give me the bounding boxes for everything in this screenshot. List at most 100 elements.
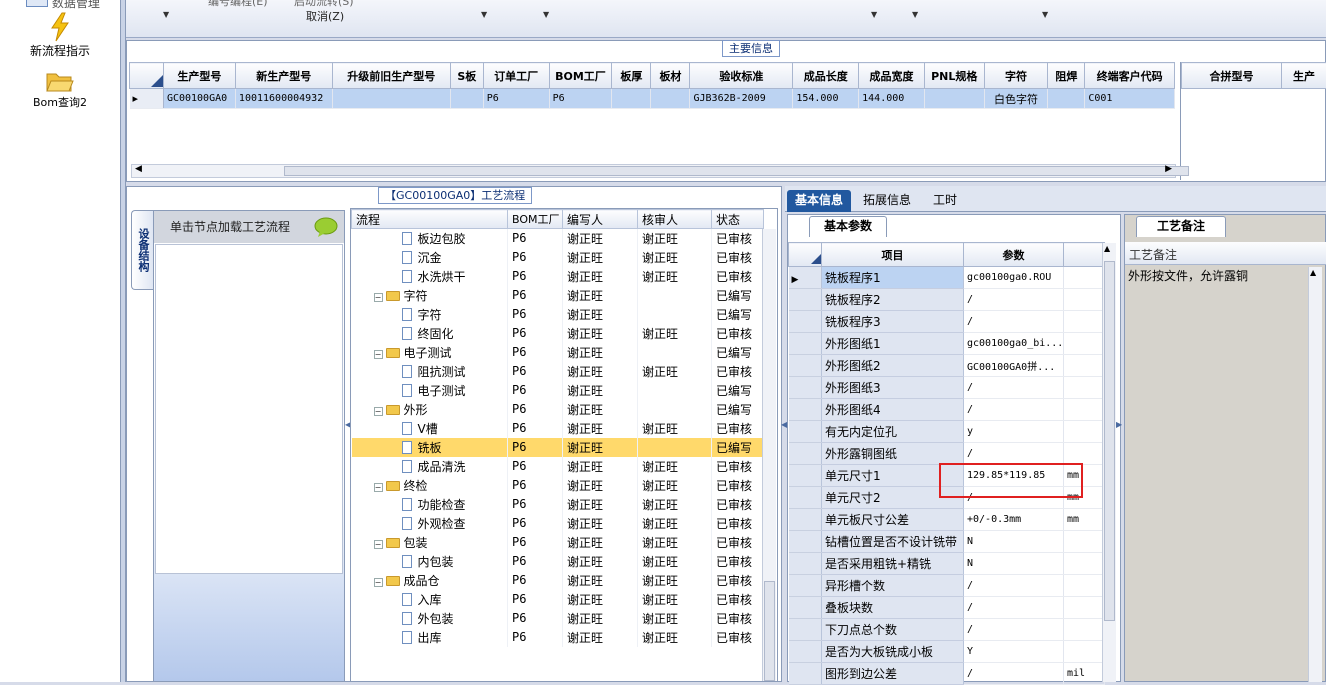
tree-row[interactable]: −外形P6谢正旺已编写 [352,400,764,419]
dropdown-arrow-icon[interactable]: ▼ [163,10,169,19]
param-row[interactable]: 叠板块数/ [789,597,1105,619]
dropdown-arrow-icon[interactable]: ▼ [1042,10,1048,19]
param-row[interactable]: 铣板程序3/ [789,311,1105,333]
collapse-left-icon[interactable]: ◀ [781,420,787,429]
tree-node[interactable]: 功能检查 [352,495,508,514]
row-header[interactable] [789,465,822,487]
cell-main-2[interactable] [332,89,450,109]
scrollbar-thumb[interactable] [1104,261,1115,621]
table-row[interactable]: ▸ GC00100GA010011600004932P6P6GJB362B-20… [130,89,1175,109]
row-header[interactable] [789,333,822,355]
col-unit[interactable] [1064,243,1105,267]
tab-basic-params[interactable]: 基本参数 [809,216,887,237]
col-main-10[interactable]: 成品宽度 [859,63,925,89]
tree-node[interactable]: −外形 [352,400,508,419]
col-merge-prod[interactable]: 生产 [1282,63,1326,89]
col-main-6[interactable]: 板厚 [612,63,651,89]
tab-extended-info[interactable]: 拓展信息 [855,190,919,212]
cell-main-10[interactable]: 144.000 [859,89,925,109]
cell-main-6[interactable] [612,89,651,109]
tree-node[interactable]: 水洗烘干 [352,267,508,286]
param-row[interactable]: 钻槽位置是否不设计铣带N [789,531,1105,553]
params-scrollbar[interactable]: ▲ [1102,243,1116,682]
dropdown-arrow-icon[interactable]: ▼ [912,10,918,19]
param-row[interactable]: 下刀点总个数/ [789,619,1105,641]
cell-value[interactable]: GC00100GA0拼... [964,355,1064,377]
scrollbar-thumb[interactable] [764,581,775,681]
tree-node[interactable]: 外包装 [352,609,508,628]
param-row[interactable]: 是否采用粗铣+精铣N [789,553,1105,575]
tree-row[interactable]: 沉金P6谢正旺谢正旺已审核 [352,248,764,267]
collapse-node-icon[interactable]: − [374,483,383,492]
collapse-node-icon[interactable]: − [374,293,383,302]
tree-node[interactable]: 电子测试 [352,381,508,400]
col-main-12[interactable]: 字符 [984,63,1048,89]
col-status[interactable]: 状态 [712,210,764,229]
tree-node[interactable]: 成品清洗 [352,457,508,476]
cell-value[interactable]: / [964,377,1064,399]
col-main-11[interactable]: PNL规格 [924,63,984,89]
grid-corner[interactable] [130,63,164,89]
cell-value[interactable]: N [964,531,1064,553]
tree-node[interactable]: −字符 [352,286,508,305]
tab-equipment-structure[interactable]: 设备结构 [131,210,153,290]
tree-node[interactable]: −终检 [352,476,508,495]
cell-value[interactable]: / [964,575,1064,597]
tab-basic-info[interactable]: 基本信息 [787,190,851,212]
row-header[interactable] [789,663,822,685]
cell-value[interactable]: / [964,597,1064,619]
tree-row[interactable]: 铣板P6谢正旺已编写 [352,438,764,457]
cell-main-11[interactable] [924,89,984,109]
tree-node[interactable]: −成品仓 [352,571,508,590]
dropdown-arrow-icon[interactable]: ▼ [543,10,549,19]
row-header[interactable] [789,575,822,597]
row-header[interactable] [789,421,822,443]
tree-node[interactable]: 沉金 [352,248,508,267]
collapse-node-icon[interactable]: − [374,540,383,549]
tree-node[interactable]: −包装 [352,533,508,552]
row-header[interactable] [789,619,822,641]
tab-work-hours[interactable]: 工时 [925,190,965,212]
row-header[interactable] [789,377,822,399]
row-header[interactable] [789,355,822,377]
tree-row[interactable]: 功能检查P6谢正旺谢正旺已审核 [352,495,764,514]
cell-main-8[interactable]: GJB362B-2009 [690,89,793,109]
tree-row[interactable]: 阻抗测试P6谢正旺谢正旺已审核 [352,362,764,381]
cell-value[interactable]: N [964,553,1064,575]
col-main-3[interactable]: S板 [450,63,483,89]
row-header[interactable] [789,553,822,575]
tree-row[interactable]: 入库P6谢正旺谢正旺已审核 [352,590,764,609]
collapse-node-icon[interactable]: − [374,350,383,359]
tree-node[interactable]: 字符 [352,305,508,324]
tree-row[interactable]: −电子测试P6谢正旺已编写 [352,343,764,362]
note-text[interactable]: 外形按文件，允许露铜 [1128,267,1308,284]
tab-process-note[interactable]: 工艺备注 [1136,216,1226,237]
col-param[interactable]: 参数 [964,243,1064,267]
scrollbar-thumb[interactable] [284,166,1189,176]
param-row[interactable]: 外形图纸2GC00100GA0拼... [789,355,1105,377]
row-header[interactable] [789,597,822,619]
param-row[interactable]: 外形露铜图纸/ [789,443,1105,465]
tree-node[interactable]: 内包装 [352,552,508,571]
param-row[interactable]: 外形图纸1gc00100ga0_bi... [789,333,1105,355]
row-header[interactable] [789,289,822,311]
horizontal-scrollbar[interactable]: ◀ ▶ [131,164,1176,178]
cell-value[interactable]: / [964,311,1064,333]
tree-row[interactable]: 电子测试P6谢正旺已编写 [352,381,764,400]
param-row[interactable]: 是否为大板铣成小板Y [789,641,1105,663]
row-header[interactable]: ▶ [789,267,822,289]
cell-value[interactable]: +0/-0.3mm [964,509,1064,531]
toolbar-label-edit[interactable]: 编号编程(E) [208,0,268,9]
cell-value[interactable]: Y [964,641,1064,663]
tree-row[interactable]: 外观检查P6谢正旺谢正旺已审核 [352,514,764,533]
tree-node[interactable]: 铣板 [352,438,508,457]
col-bom-factory[interactable]: BOM工厂 [508,210,563,229]
cell-main-4[interactable]: P6 [483,89,549,109]
tree-row[interactable]: 成品清洗P6谢正旺谢正旺已审核 [352,457,764,476]
cell-main-13[interactable] [1048,89,1085,109]
row-header[interactable] [789,399,822,421]
row-header[interactable] [789,443,822,465]
tree-row[interactable]: 外包装P6谢正旺谢正旺已审核 [352,609,764,628]
col-main-7[interactable]: 板材 [651,63,690,89]
row-header[interactable] [789,509,822,531]
